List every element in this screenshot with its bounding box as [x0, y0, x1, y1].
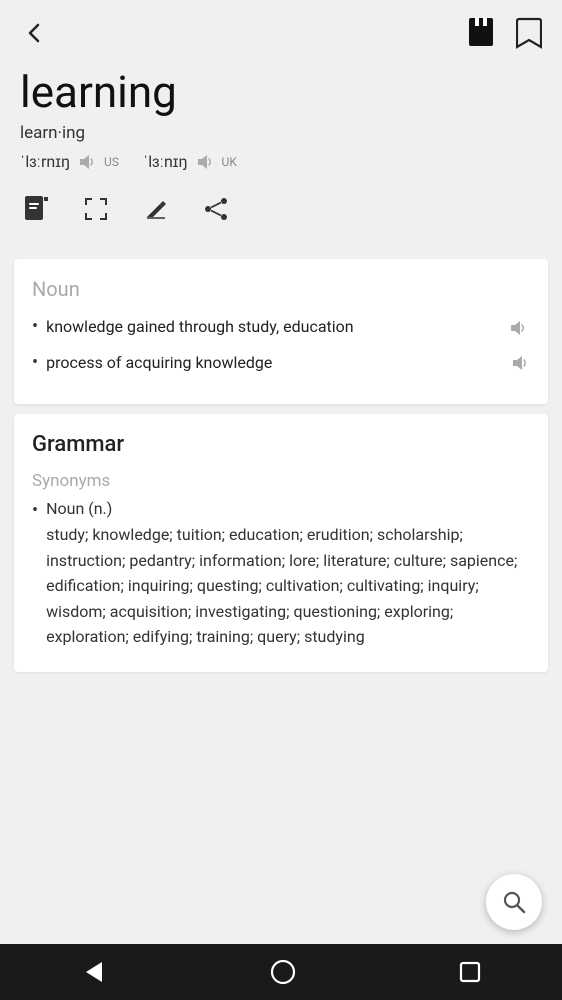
nav-back-button[interactable]	[80, 958, 108, 986]
speaker-us-icon[interactable]	[76, 151, 98, 173]
actions-row	[20, 189, 542, 233]
definition-text-1: knowledge gained through study, educatio…	[46, 315, 500, 338]
synonym-noun-label: Noun (n.)	[46, 499, 530, 518]
word-title: learning	[20, 66, 542, 119]
bullet-2: •	[32, 352, 38, 373]
definition-item-2: • process of acquiring knowledge	[32, 351, 530, 374]
word-syllable: learn·ing	[20, 123, 542, 143]
top-bar-icons	[466, 16, 542, 50]
phonetic-us-group: ˈlɜːrnɪŋ US	[20, 151, 119, 173]
phonetic-us-label: US	[104, 155, 119, 169]
phonetic-uk-text: ˈlɜːnɪŋ	[143, 152, 188, 172]
phonetic-us-text: ˈlɜːrnɪŋ	[20, 152, 70, 172]
edit-icon[interactable]	[140, 193, 172, 225]
noun-label: Noun	[32, 277, 530, 301]
bookmark-filled-icon[interactable]	[466, 16, 496, 50]
bottom-nav	[0, 944, 562, 1000]
grammar-title: Grammar	[32, 432, 530, 457]
nav-recents-button[interactable]	[458, 960, 482, 984]
def-speaker-1[interactable]	[508, 317, 530, 339]
phonetic-uk-group: ˈlɜːnɪŋ UK	[143, 151, 237, 173]
speaker-uk-icon[interactable]	[194, 151, 216, 173]
grammar-card: Grammar Synonyms • Noun (n.) study; know…	[14, 414, 548, 672]
bookmark-icon[interactable]	[516, 17, 542, 49]
phonetics-row: ˈlɜːrnɪŋ US ˈlɜːnɪŋ UK	[20, 151, 542, 173]
noun-card: Noun • knowledge gained through study, e…	[14, 259, 548, 404]
bullet-1: •	[32, 316, 38, 337]
definition-text-2: process of acquiring knowledge	[46, 351, 502, 374]
fullscreen-icon[interactable]	[80, 193, 112, 225]
share-icon[interactable]	[200, 193, 232, 225]
document-icon[interactable]	[20, 193, 52, 225]
synonym-words: study; knowledge; tuition; education; er…	[46, 522, 530, 650]
synonym-content: Noun (n.) study; knowledge; tuition; edu…	[46, 499, 530, 650]
synonyms-label: Synonyms	[32, 471, 530, 491]
synonym-item-1: • Noun (n.) study; knowledge; tuition; e…	[32, 499, 530, 650]
definition-item-1: • knowledge gained through study, educat…	[32, 315, 530, 339]
fab-search-button[interactable]	[486, 874, 542, 930]
word-section: learning learn·ing ˈlɜːrnɪŋ US ˈlɜːnɪŋ	[0, 58, 562, 249]
def-speaker-2[interactable]	[510, 353, 530, 373]
synonym-bullet: •	[32, 500, 38, 650]
nav-home-button[interactable]	[269, 958, 297, 986]
top-bar	[0, 0, 562, 58]
back-button[interactable]	[20, 19, 48, 47]
phonetic-uk-label: UK	[222, 155, 237, 169]
